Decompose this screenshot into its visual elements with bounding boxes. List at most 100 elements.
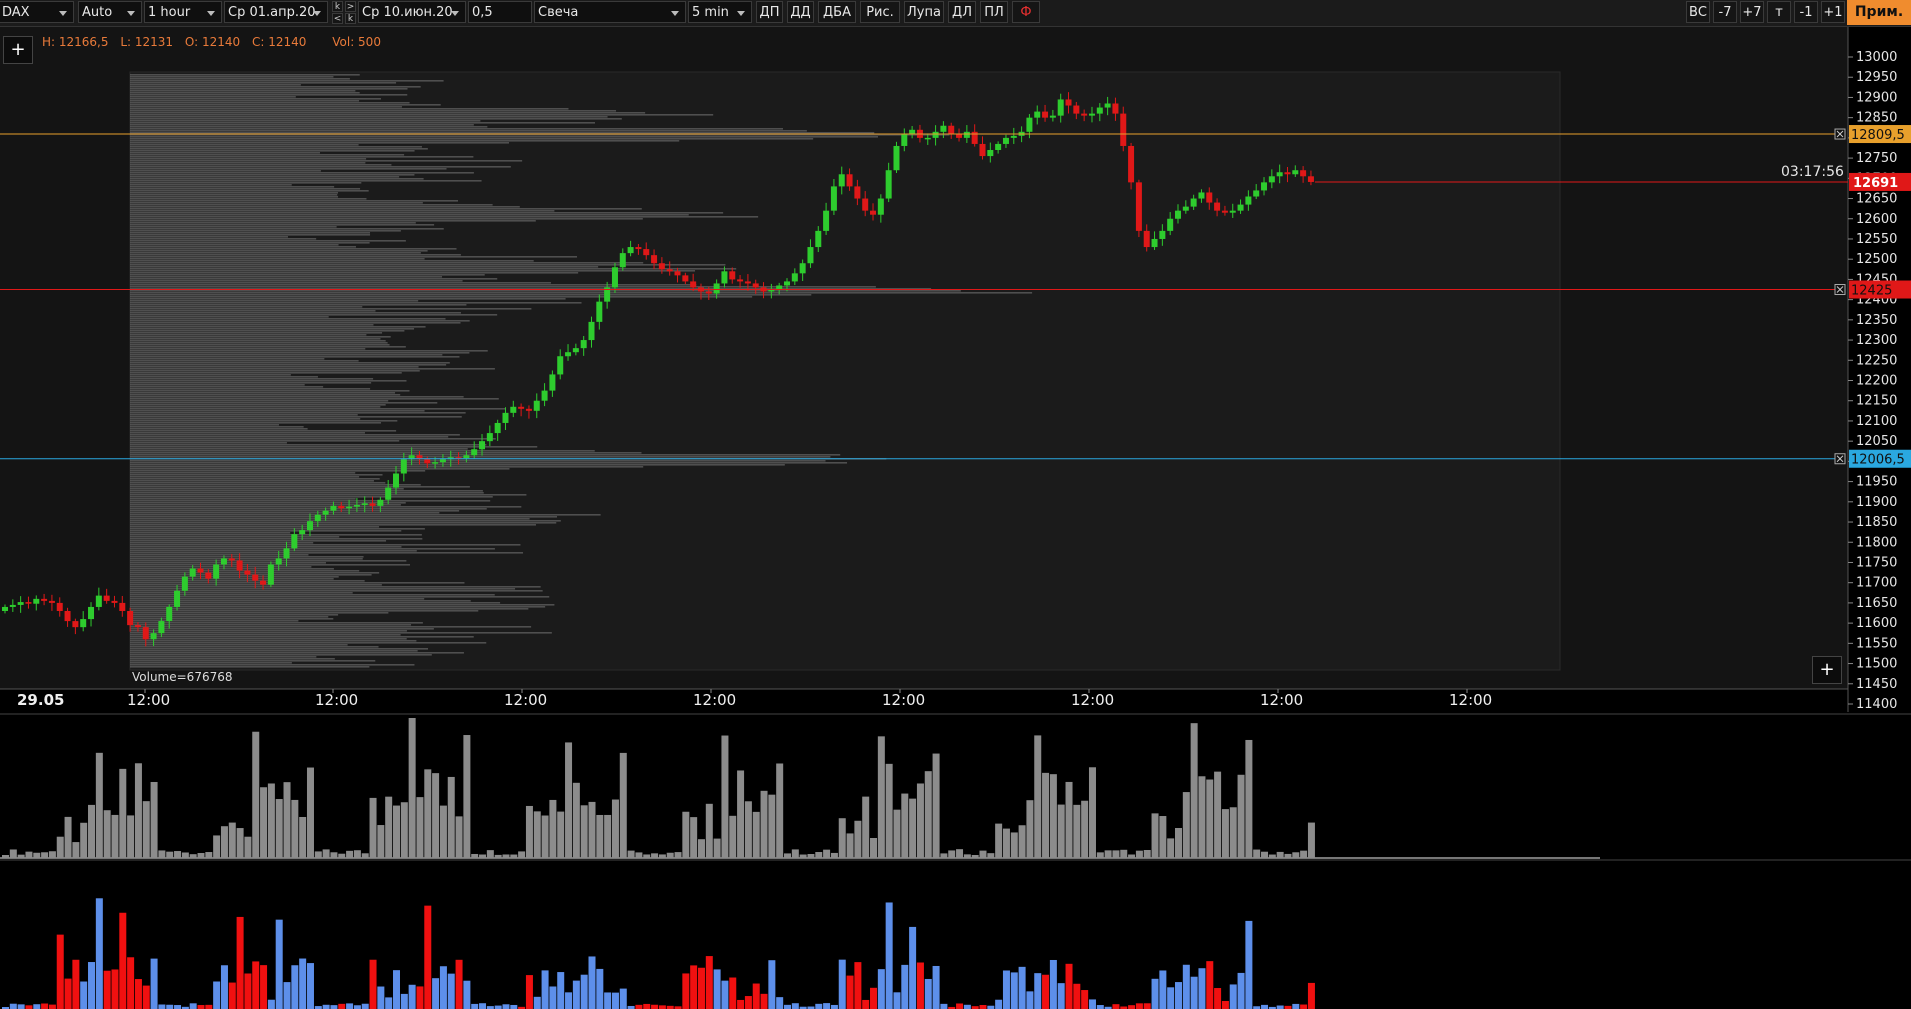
volume-bar — [643, 854, 651, 858]
volume-bar — [80, 822, 88, 858]
candle-body — [627, 247, 634, 254]
volume-bar — [150, 781, 158, 858]
candle-body — [1245, 196, 1252, 205]
candle-body — [41, 598, 48, 601]
volume-bar — [963, 854, 971, 858]
candle-body — [987, 150, 994, 157]
delta-bar — [95, 898, 103, 1009]
candle-body — [1253, 190, 1260, 197]
delta-bar — [236, 916, 244, 1009]
delta-bar — [909, 926, 917, 1009]
volume-bar — [893, 809, 901, 858]
delta-bar — [471, 1003, 479, 1009]
price-tick-label: 11900 — [1856, 495, 1897, 510]
candle-body — [643, 249, 650, 256]
delta-bar — [713, 969, 721, 1009]
delta-bar — [150, 958, 158, 1009]
volume-bar — [127, 815, 135, 858]
delta-bar — [330, 1005, 338, 1009]
candle-body — [291, 534, 298, 549]
candle-body — [1237, 204, 1244, 211]
candle-body — [1175, 210, 1181, 219]
volume-bar — [166, 851, 174, 858]
candle-body — [479, 441, 486, 450]
add-indicator-button[interactable]: + — [3, 36, 33, 64]
volume-bar — [41, 852, 49, 858]
delta-bar — [737, 999, 745, 1009]
delta-bar — [1042, 974, 1050, 1009]
delta-bar — [596, 968, 604, 1009]
delta-bar — [682, 973, 690, 1009]
candle-body — [1049, 115, 1056, 118]
candle-body — [361, 503, 368, 506]
volume-bar — [565, 742, 573, 858]
volume-bar — [948, 850, 956, 858]
delta-bar — [1198, 968, 1206, 1009]
volume-bar — [862, 796, 870, 858]
delta-bar — [283, 982, 291, 1009]
candle-body — [823, 210, 830, 231]
delta-bar — [103, 970, 111, 1009]
delta-bar — [1057, 983, 1065, 1009]
candle-body — [705, 291, 712, 294]
delta-bar — [1214, 988, 1222, 1009]
candle-body — [525, 408, 532, 411]
delta-bar — [306, 963, 314, 1009]
volume-bar — [901, 793, 909, 858]
delta-bar — [1010, 972, 1018, 1009]
volume-bar — [174, 851, 182, 858]
delta-bar — [604, 992, 612, 1009]
volume-bar — [432, 773, 440, 858]
volume-bar — [197, 853, 205, 858]
candle-body — [463, 455, 470, 459]
price-tick-label: 12650 — [1856, 192, 1897, 207]
volume-bar — [940, 853, 948, 858]
candle-body — [174, 590, 181, 607]
candle-body — [533, 400, 540, 411]
price-tick-label: 12100 — [1856, 414, 1897, 429]
delta-bar — [1190, 976, 1198, 1009]
delta-bar — [893, 992, 901, 1009]
candle-body — [549, 374, 556, 391]
candle-body — [1143, 230, 1150, 248]
volume-bar — [1026, 800, 1034, 858]
volume-bar — [674, 852, 682, 858]
volume-bar — [369, 797, 377, 858]
candle-body — [252, 574, 259, 581]
candle-body — [1120, 113, 1127, 146]
volume-bar — [1010, 832, 1018, 858]
delta-bar — [142, 985, 150, 1009]
volume-bar — [1112, 850, 1120, 858]
price-tick-label: 11750 — [1856, 555, 1897, 570]
volume-bar — [56, 836, 64, 858]
delta-bar — [1073, 983, 1081, 1009]
candle-body — [72, 621, 79, 628]
delta-bar — [611, 992, 619, 1009]
volume-bar — [260, 787, 268, 858]
delta-bar — [56, 934, 64, 1009]
price-level-label: 12006,5 — [1851, 453, 1905, 468]
candle-body — [1034, 111, 1041, 118]
candle-body — [166, 606, 173, 622]
price-tick-label: 12300 — [1856, 333, 1897, 348]
time-tick-label: 12:00 — [1449, 691, 1492, 709]
delta-bar — [588, 956, 596, 1009]
candle-body — [1284, 172, 1291, 175]
add-pane-button[interactable]: + — [1812, 656, 1842, 684]
candle-body — [1182, 206, 1189, 211]
volume-bar — [721, 735, 729, 858]
delta-bar — [479, 1003, 487, 1009]
volume-bar — [838, 818, 846, 858]
volume-bar — [1049, 774, 1057, 858]
delta-bar — [88, 962, 96, 1009]
candle-body — [80, 619, 87, 628]
volume-bar — [17, 854, 25, 858]
delta-bar — [916, 962, 924, 1009]
volume-bar — [416, 797, 424, 858]
price-chart[interactable]: 11400 11450 11500 11550 11600 11650 11700 11750… — [0, 0, 1911, 1009]
volume-bar — [1096, 852, 1104, 858]
volume-bar — [95, 752, 103, 858]
candle-body — [807, 247, 814, 264]
candle-body — [830, 186, 837, 211]
price-tick-label: 12750 — [1856, 151, 1897, 166]
